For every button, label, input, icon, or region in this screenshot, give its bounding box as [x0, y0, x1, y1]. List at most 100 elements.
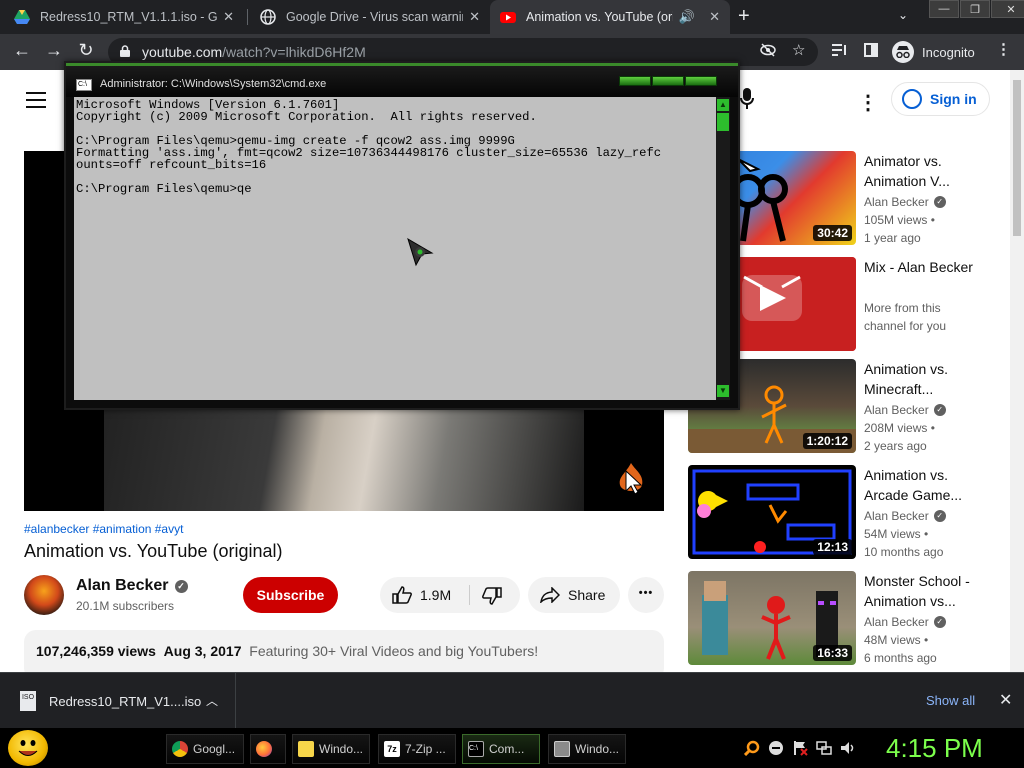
microphone-icon[interactable] [740, 88, 754, 115]
incognito-label: Incognito [922, 44, 975, 60]
share-button[interactable]: Share [528, 577, 620, 613]
description-box[interactable]: 107,246,359 views Aug 3, 2017 Featuring … [24, 630, 664, 672]
taskbar-7zip[interactable]: 7z 7-Zip ... [378, 734, 456, 764]
cmd-close-button[interactable] [685, 76, 717, 86]
recommended-title: Mix - Alan Becker [864, 259, 973, 275]
subscribe-button[interactable]: Subscribe [243, 577, 338, 613]
recommended-channel: Alan Becker ✓ [864, 615, 946, 629]
start-button[interactable] [8, 730, 48, 766]
sign-in-button[interactable]: Sign in [891, 82, 990, 116]
taskbar: Googl... Windo... 7z 7-Zip ... C:\ Com..… [0, 728, 1024, 768]
video-title: Animation vs. YouTube (original) [24, 541, 283, 561]
7zip-icon: 7z [384, 741, 400, 757]
chevron-up-icon[interactable]: ︿ [206, 692, 218, 709]
tab-title: Google Drive - Virus scan warnin [286, 10, 464, 24]
tab-google-drive-file[interactable]: Redress10_RTM_V1.1.1.iso - Goog ✕ [4, 0, 244, 34]
taskbar-explorer-2[interactable]: Windo... [548, 734, 626, 764]
verified-icon: ✓ [933, 196, 946, 208]
more-actions-button[interactable]: ••• [628, 577, 664, 613]
window-icon [554, 741, 570, 757]
video-hashtags[interactable]: #alanbecker #animation #avyt [24, 522, 183, 536]
video-duration: 30:42 [813, 225, 852, 241]
window-close-button[interactable]: ✕ [991, 0, 1024, 18]
page-scrollbar[interactable] [1010, 70, 1024, 672]
close-icon[interactable]: ✕ [223, 9, 234, 25]
recommended-channel: Alan Becker ✓ [864, 195, 946, 209]
url-path: /watch?v=lhikdD6Hf2M [222, 44, 366, 60]
tab-title: Animation vs. YouTube (origi [526, 10, 673, 24]
cmd-minimize-button[interactable] [619, 76, 651, 86]
search-icon[interactable] [743, 740, 760, 757]
taskbar-label: 7-Zip ... [405, 742, 446, 756]
like-count[interactable]: 1.9M [420, 587, 451, 603]
side-panel-icon[interactable] [864, 43, 878, 61]
channel-avatar[interactable] [24, 575, 64, 615]
taskbar-explorer-1[interactable]: Windo... [292, 734, 370, 764]
close-download-bar-icon[interactable]: ✕ [999, 690, 1012, 710]
bookmark-star-icon[interactable]: ☆ [792, 41, 805, 59]
close-icon[interactable]: ✕ [709, 9, 720, 25]
volume-icon[interactable] [840, 740, 856, 756]
tab-virus-scan-warning[interactable]: Google Drive - Virus scan warnin ✕ [250, 0, 490, 34]
scrollbar-thumb[interactable] [1013, 80, 1021, 236]
recommended-views: 208M views • [864, 421, 935, 435]
action-center-flag-icon[interactable] [792, 740, 808, 756]
cmd-scrollbar-thumb[interactable] [717, 113, 729, 131]
cmd-window[interactable]: C:\ Administrator: C:\Windows\System32\c… [64, 61, 740, 410]
cmd-title-bar[interactable]: C:\ Administrator: C:\Windows\System32\c… [66, 63, 738, 97]
share-label: Share [568, 587, 606, 603]
smiley-icon [20, 740, 36, 746]
recommended-channel: More from this [864, 301, 941, 315]
taskbar-clock[interactable]: 4:15 PM [886, 733, 983, 764]
audio-playing-icon[interactable]: 🔊 [679, 9, 695, 25]
status-icon[interactable] [768, 740, 784, 756]
media-control-icon[interactable] [832, 43, 848, 61]
recommended-age: 10 months ago [864, 545, 944, 559]
scroll-down-icon[interactable]: ▼ [717, 385, 729, 397]
incognito-profile[interactable]: Incognito [892, 41, 975, 63]
cmd-console[interactable]: Microsoft Windows [Version 6.1.7601] Cop… [74, 97, 716, 400]
recommended-views: channel for you [864, 319, 947, 333]
youtube-icon [500, 12, 516, 23]
back-button[interactable]: ← [10, 40, 34, 61]
subscriber-count: 20.1M subscribers [76, 599, 175, 613]
iso-file-icon: ISO [20, 691, 36, 711]
taskbar-label: Googl... [193, 742, 236, 756]
recommended-video[interactable]: 12:13 Animation vs. Arcade Game... Alan … [688, 465, 1008, 561]
tab-search-icon[interactable]: ⌄ [898, 8, 908, 22]
forward-button[interactable]: → [42, 40, 66, 61]
channel-label: Alan Becker [864, 509, 929, 523]
recommended-title: Animation vs. Minecraft... [864, 361, 949, 397]
thumbs-up-icon[interactable] [392, 586, 412, 609]
verified-icon: ✓ [933, 616, 946, 628]
flame-cursor-watermark-icon [619, 463, 643, 495]
close-icon[interactable]: ✕ [469, 9, 480, 25]
tab-youtube-active[interactable]: Animation vs. YouTube (origi 🔊 ✕ [490, 0, 730, 34]
minimize-button[interactable]: — [929, 0, 959, 18]
channel-name[interactable]: Alan Becker ✓ [76, 577, 188, 595]
network-icon[interactable] [816, 740, 832, 756]
scroll-up-icon[interactable]: ▲ [717, 99, 729, 111]
recommended-video[interactable]: 16:33 Monster School - Animation vs... A… [688, 571, 1008, 667]
show-all-downloads-link[interactable]: Show all [926, 693, 975, 708]
taskbar-label: Windo... [319, 742, 364, 756]
hamburger-menu-icon[interactable] [26, 92, 46, 113]
download-item[interactable]: ISO Redress10_RTM_V1....iso ︿ [0, 673, 236, 729]
cmd-icon: C:\ [76, 79, 92, 91]
recommended-views: 105M views • [864, 213, 935, 227]
taskbar-firefox[interactable] [250, 734, 286, 764]
cmd-maximize-button[interactable] [652, 76, 684, 86]
taskbar-label: Windo... [575, 742, 620, 756]
reload-button[interactable]: ↻ [74, 40, 98, 61]
new-tab-button[interactable]: + [738, 5, 750, 28]
eye-slash-icon[interactable] [760, 43, 776, 61]
restore-button[interactable]: ❐ [960, 0, 990, 18]
taskbar-cmd[interactable]: C:\ Com... [462, 734, 540, 764]
recommended-title: Animation vs. Arcade Game... [864, 467, 963, 503]
settings-more-icon[interactable]: ⋮ [858, 90, 878, 115]
taskbar-chrome[interactable]: Googl... [166, 734, 244, 764]
browser-menu-icon[interactable]: ⋮ [996, 40, 1011, 58]
folder-icon [298, 741, 314, 757]
cmd-scrollbar[interactable]: ▲ ▼ [716, 97, 730, 400]
thumbs-down-icon[interactable] [482, 587, 502, 610]
